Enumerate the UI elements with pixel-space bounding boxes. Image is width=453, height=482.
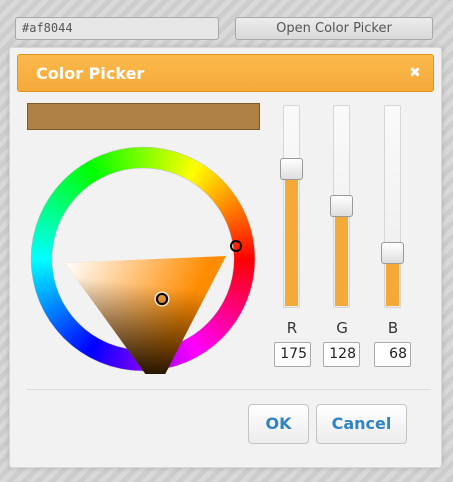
red-slider-fill [285, 168, 298, 306]
green-slider-fill [335, 205, 348, 306]
red-value-input[interactable]: 175 [274, 342, 311, 367]
red-label: R [286, 319, 298, 337]
green-slider-thumb[interactable] [330, 195, 353, 217]
hex-color-input[interactable]: #af8044 [15, 17, 219, 40]
blue-slider-thumb[interactable] [381, 242, 404, 264]
green-slider[interactable] [330, 105, 353, 308]
red-slider-thumb[interactable] [280, 158, 303, 180]
color-preview-swatch [27, 103, 260, 130]
dialog-titlebar: Color Picker ✖ [17, 54, 434, 92]
green-value-input[interactable]: 128 [323, 342, 360, 367]
blue-label: B [387, 319, 399, 337]
ok-button[interactable]: OK [248, 404, 309, 444]
dialog-title: Color Picker [36, 64, 145, 83]
green-label: G [336, 319, 348, 337]
button-separator [26, 389, 431, 390]
open-color-picker-button[interactable]: Open Color Picker [235, 17, 433, 40]
color-wheel[interactable] [28, 144, 258, 374]
blue-slider[interactable] [381, 105, 404, 308]
close-icon[interactable]: ✖ [407, 64, 423, 82]
blue-value-input[interactable]: 68 [374, 342, 411, 367]
cancel-button[interactable]: Cancel [316, 404, 407, 444]
red-slider[interactable] [280, 105, 303, 308]
color-picker-dialog: Color Picker ✖ R G B 175 128 68 OK Cance… [9, 47, 442, 468]
